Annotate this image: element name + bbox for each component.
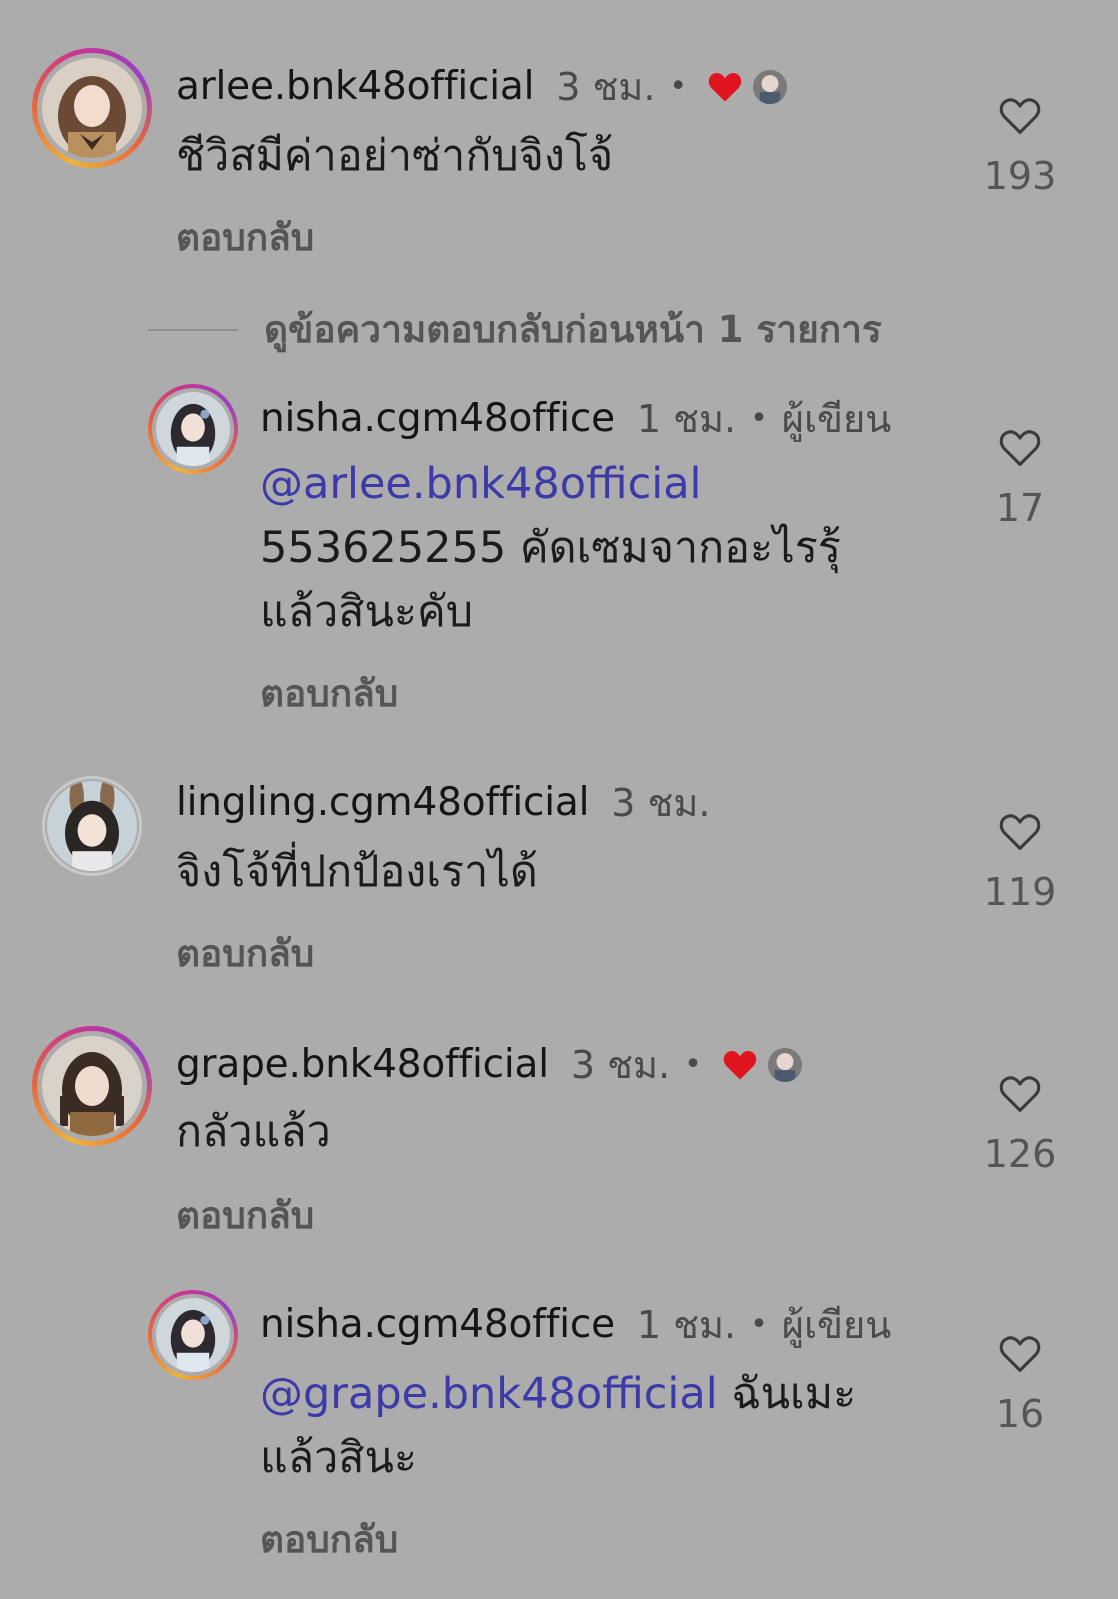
view-previous-replies[interactable]: ดูข้อความตอบกลับก่อนหน้า 1 รายการ bbox=[148, 300, 882, 359]
comment-meta: nisha.cgm48office 1 ชม. • ผู้เขียน bbox=[260, 388, 891, 449]
profile-photo bbox=[42, 58, 142, 158]
mention-link[interactable]: @arlee.bnk48official bbox=[260, 452, 841, 516]
profile-photo bbox=[42, 1036, 142, 1136]
username[interactable]: arlee.bnk48official bbox=[176, 64, 534, 109]
profile-photo bbox=[156, 392, 230, 466]
author-avatar-icon bbox=[767, 1047, 802, 1082]
avatar[interactable] bbox=[148, 1290, 238, 1380]
separator-dot: • bbox=[750, 401, 768, 436]
author-liked-heart-icon bbox=[723, 1050, 756, 1080]
avatar[interactable] bbox=[32, 48, 152, 168]
heart-icon[interactable] bbox=[998, 812, 1042, 852]
timestamp: 3 ชม. bbox=[611, 781, 711, 825]
comment-text: ชีวิสมีค่าอย่าซ่ากับจิงโจ้ bbox=[176, 131, 614, 181]
reply-button[interactable]: ตอบกลับ bbox=[176, 1186, 314, 1245]
comment-text: @grape.bnk48official ฉันเมะ แล้วสินะ bbox=[260, 1362, 856, 1490]
view-previous-label[interactable]: ดูข้อความตอบกลับก่อนหน้า 1 รายการ bbox=[264, 300, 882, 359]
avatar[interactable] bbox=[42, 776, 142, 876]
timestamp: 1 ชม. bbox=[636, 397, 737, 441]
author-avatar-icon bbox=[753, 69, 788, 104]
comment-text: @arlee.bnk48official 553625255 คัดเซมจาก… bbox=[260, 452, 841, 644]
like-count: 193 bbox=[983, 154, 1057, 198]
heart-icon[interactable] bbox=[998, 1334, 1042, 1374]
like-count: 17 bbox=[995, 486, 1045, 530]
heart-icon[interactable] bbox=[998, 428, 1042, 468]
mention-link[interactable]: @grape.bnk48official bbox=[260, 1369, 718, 1419]
timestamp: 3 ชม. bbox=[556, 65, 656, 109]
username[interactable]: nisha.cgm48office bbox=[260, 1302, 615, 1347]
like-control: 126 bbox=[980, 1074, 1060, 1176]
timestamp: 3 ชม. bbox=[570, 1043, 671, 1087]
like-control: 193 bbox=[980, 96, 1060, 198]
author-label: ผู้เขียน bbox=[781, 1303, 892, 1347]
reply-button[interactable]: ตอบกลับ bbox=[176, 208, 314, 267]
heart-icon[interactable] bbox=[998, 1074, 1042, 1114]
separator-dot: • bbox=[669, 69, 688, 104]
like-count: 119 bbox=[983, 870, 1057, 914]
comment-text-line: 553625255 คัดเซมจากอะไรรุ้ bbox=[260, 523, 841, 573]
profile-photo bbox=[47, 781, 137, 871]
avatar[interactable] bbox=[148, 384, 238, 474]
separator-dot: • bbox=[750, 1307, 768, 1342]
comment-text-fragment: ฉันเมะ bbox=[717, 1369, 857, 1419]
comment-text-line: แล้วสินะ bbox=[260, 1433, 417, 1483]
like-control: 119 bbox=[980, 812, 1060, 914]
reply-button[interactable]: ตอบกลับ bbox=[176, 924, 314, 983]
username[interactable]: lingling.cgm48official bbox=[176, 780, 589, 825]
comment-text: จิงโจ้ที่ปกป้องเราได้ bbox=[176, 847, 538, 897]
comment-meta: nisha.cgm48office 1 ชม. • ผู้เขียน bbox=[260, 1294, 891, 1355]
comment-text-line: @grape.bnk48official ฉันเมะ bbox=[260, 1362, 856, 1426]
comment-meta: arlee.bnk48official 3 ชม. • bbox=[176, 56, 788, 117]
comment-text-line: แล้วสินะคับ bbox=[260, 587, 474, 637]
like-control: 16 bbox=[980, 1334, 1060, 1436]
reply-button[interactable]: ตอบกลับ bbox=[260, 1510, 398, 1569]
comment-meta: lingling.cgm48official 3 ชม. bbox=[176, 772, 710, 833]
timestamp: 1 ชม. bbox=[636, 1303, 737, 1347]
author-label: ผู้เขียน bbox=[781, 397, 892, 441]
profile-photo bbox=[156, 1298, 230, 1372]
reply-button[interactable]: ตอบกลับ bbox=[260, 664, 398, 723]
separator-dot: • bbox=[684, 1047, 702, 1082]
heart-icon[interactable] bbox=[998, 96, 1042, 136]
comment-text: กลัวแล้ว bbox=[176, 1107, 331, 1157]
like-count: 126 bbox=[983, 1132, 1057, 1176]
avatar[interactable] bbox=[32, 1026, 152, 1146]
like-control: 17 bbox=[980, 428, 1060, 530]
like-count: 16 bbox=[995, 1392, 1045, 1436]
divider-line bbox=[148, 328, 238, 331]
comment-meta: grape.bnk48official 3 ชม. • bbox=[176, 1034, 802, 1095]
username[interactable]: grape.bnk48official bbox=[176, 1042, 549, 1087]
author-liked-heart-icon bbox=[708, 72, 742, 102]
username[interactable]: nisha.cgm48office bbox=[260, 396, 615, 441]
